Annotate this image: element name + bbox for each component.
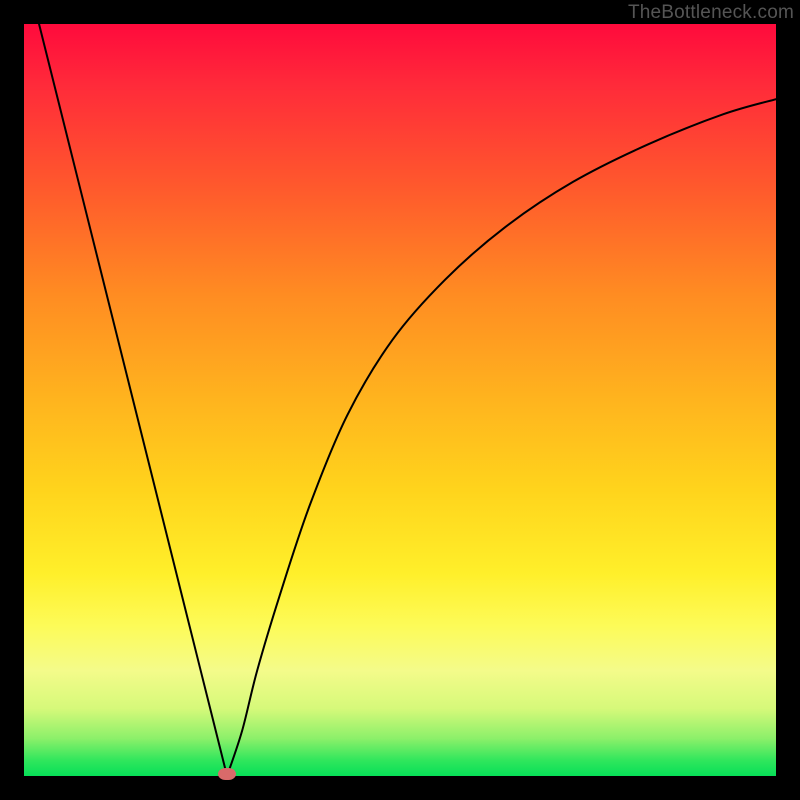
bottleneck-curve [24,24,776,776]
optimum-marker [218,768,236,780]
curve-path [39,24,776,776]
watermark-text: TheBottleneck.com [628,2,794,24]
chart-plot-area [24,24,776,776]
